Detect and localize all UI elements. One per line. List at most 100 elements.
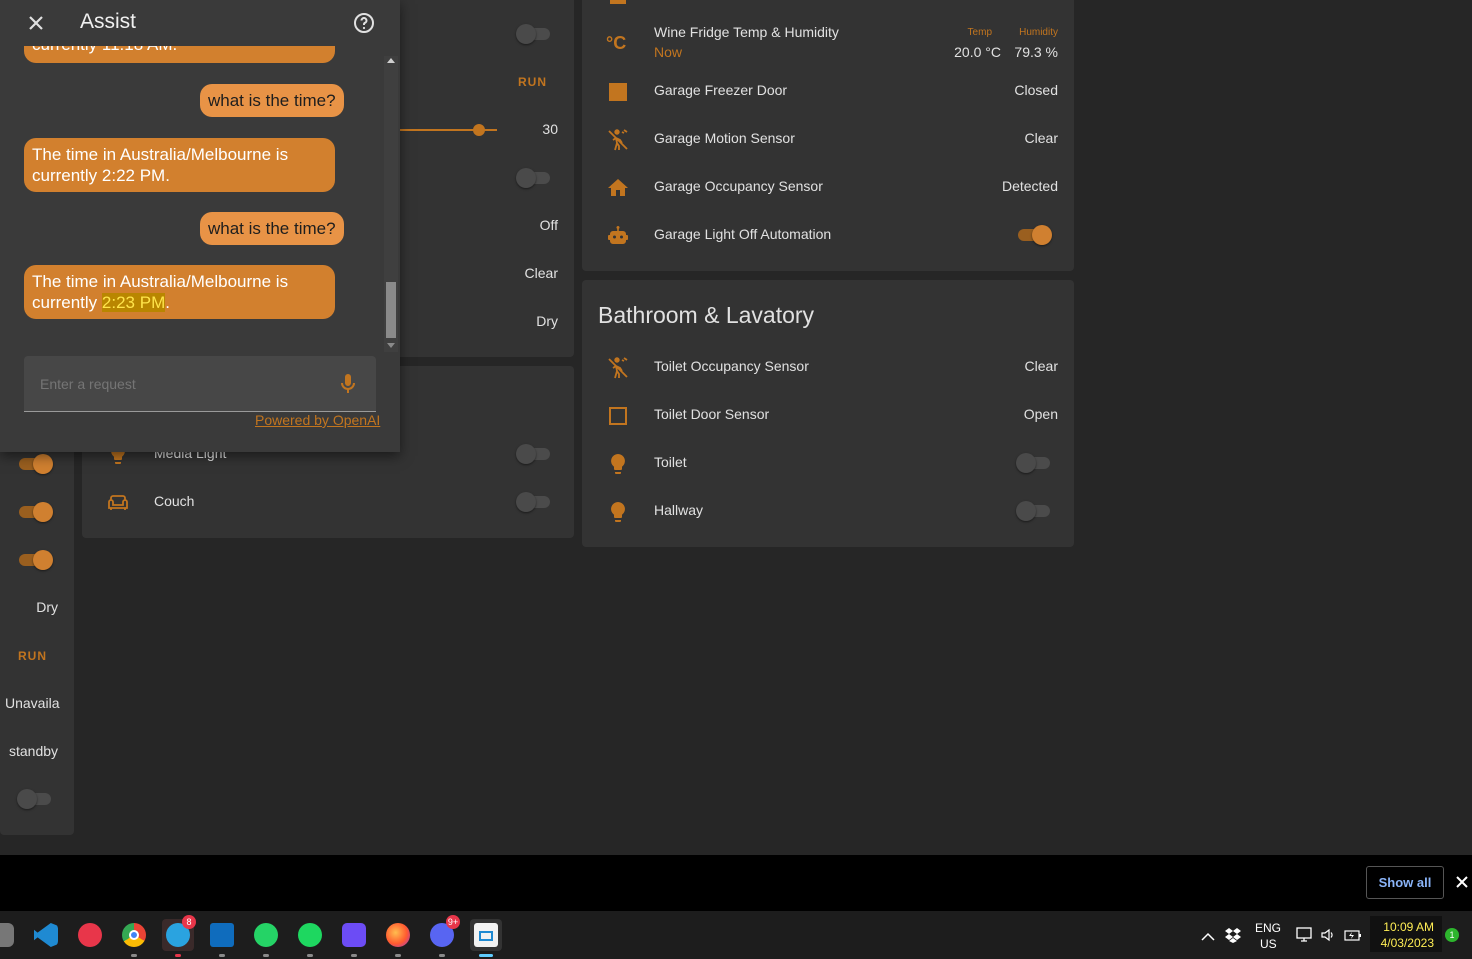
outlook-icon[interactable] bbox=[206, 919, 238, 957]
show-all-button[interactable]: Show all bbox=[1366, 866, 1444, 899]
close-icon[interactable] bbox=[1454, 874, 1470, 890]
toilet-door-label: Toilet Door Sensor bbox=[654, 406, 770, 422]
cap-icon[interactable] bbox=[74, 919, 106, 951]
telegram-icon[interactable]: 8 bbox=[162, 915, 196, 957]
hallway-light-toggle[interactable] bbox=[1016, 499, 1052, 523]
clock-date: 4/03/2023 bbox=[1380, 936, 1434, 950]
left-dry-state: Dry bbox=[36, 599, 58, 615]
left-run-state: RUN bbox=[18, 649, 47, 663]
clock-time: 10:09 AM bbox=[1383, 920, 1434, 934]
help-icon[interactable] bbox=[352, 11, 376, 35]
thermometer-celsius-icon: °C bbox=[606, 33, 627, 53]
door-open-icon bbox=[606, 404, 630, 428]
toilet-occupancy-label: Toilet Occupancy Sensor bbox=[654, 358, 809, 374]
bot-message: currently 11:18 AM. bbox=[24, 46, 335, 63]
motion-sensor-icon bbox=[606, 356, 630, 380]
scroll-down-icon[interactable] bbox=[387, 343, 395, 348]
humidity-value: 79.3 % bbox=[1014, 44, 1058, 60]
couch-toggle[interactable] bbox=[516, 490, 552, 514]
slider-thumb[interactable] bbox=[473, 124, 485, 136]
input-language[interactable]: ENG bbox=[1255, 921, 1281, 935]
close-icon[interactable] bbox=[24, 11, 48, 35]
middle-toggle-2[interactable] bbox=[516, 166, 552, 190]
microphone-icon[interactable] bbox=[336, 372, 360, 396]
notification-bar: Show all bbox=[0, 855, 1472, 911]
middle-dry-state: Dry bbox=[536, 313, 558, 329]
humidity-header: Humidity bbox=[1019, 27, 1058, 38]
snipping-tool-icon[interactable] bbox=[470, 919, 502, 957]
garage-light-automation-toggle[interactable] bbox=[1016, 223, 1052, 247]
door-closed-icon bbox=[606, 80, 630, 104]
garage-motion-sensor-label: Garage Motion Sensor bbox=[654, 130, 795, 146]
toilet-door-state: Open bbox=[1023, 406, 1058, 422]
whatsapp-icon[interactable] bbox=[250, 919, 282, 957]
left-standby-state: standby bbox=[9, 743, 59, 759]
volume-icon[interactable] bbox=[1320, 927, 1336, 943]
bulb-icon bbox=[606, 452, 630, 476]
bolt-app-icon[interactable] bbox=[338, 919, 370, 957]
toilet-occupancy-state: Clear bbox=[1024, 358, 1058, 374]
hallway-light-label: Hallway bbox=[654, 502, 704, 518]
garage-light-automation-label: Garage Light Off Automation bbox=[654, 226, 832, 242]
powered-by-link[interactable]: Powered by OpenAI bbox=[255, 412, 380, 428]
network-icon[interactable] bbox=[1296, 927, 1314, 943]
middle-toggle-1[interactable] bbox=[516, 22, 552, 46]
discord-icon[interactable]: 9+ bbox=[426, 915, 460, 957]
temp-value: 20.0 °C bbox=[954, 44, 1001, 60]
media-light-toggle[interactable] bbox=[516, 442, 552, 466]
left-toggle-2[interactable] bbox=[17, 500, 53, 524]
bulb-icon bbox=[606, 500, 630, 524]
scroll-up-icon[interactable] bbox=[387, 58, 395, 63]
vscode-icon[interactable] bbox=[30, 919, 62, 951]
input-region[interactable]: US bbox=[1260, 937, 1277, 951]
middle-slider-value: 30 bbox=[542, 121, 558, 137]
wine-fridge-updated: Now bbox=[654, 44, 683, 60]
sofa-icon bbox=[106, 491, 130, 515]
clock[interactable]: 10:09 AM 4/03/2023 bbox=[1370, 916, 1442, 952]
couch-label: Couch bbox=[154, 493, 195, 509]
discord-badge: 9+ bbox=[446, 915, 460, 929]
chevron-up-icon[interactable] bbox=[1201, 929, 1215, 941]
assist-header bbox=[0, 0, 400, 46]
left-toggle-1[interactable] bbox=[17, 452, 53, 476]
taskbar-app-explorer[interactable] bbox=[0, 919, 18, 951]
garage-freezer-door-state: Closed bbox=[1014, 82, 1058, 98]
motion-sensor-icon bbox=[606, 128, 630, 152]
bot-message: The time in Australia/Melbourne is curre… bbox=[24, 265, 335, 319]
conversation-scrollbar[interactable] bbox=[384, 56, 398, 352]
toilet-light-toggle[interactable] bbox=[1016, 451, 1052, 475]
middle-clear-state: Clear bbox=[524, 265, 558, 281]
notification-count-badge[interactable]: 1 bbox=[1445, 928, 1459, 942]
garage-occupancy-sensor-label: Garage Occupancy Sensor bbox=[654, 178, 823, 194]
taskbar: 8 9+ ENG US 10:09 AM 4/03/2023 1 bbox=[0, 911, 1472, 959]
wine-fridge-label: Wine Fridge Temp & Humidity bbox=[654, 24, 839, 40]
assist-title: Assist bbox=[80, 10, 137, 33]
middle-slider[interactable] bbox=[400, 120, 500, 140]
garage-top-icon bbox=[610, 0, 626, 4]
bot-message: The time in Australia/Melbourne is curre… bbox=[24, 138, 335, 192]
garage-motion-sensor-state: Clear bbox=[1024, 130, 1058, 146]
chrome-icon[interactable] bbox=[118, 919, 150, 957]
user-message: what is the time? bbox=[200, 212, 344, 245]
toilet-light-label: Toilet bbox=[654, 454, 687, 470]
garage-freezer-door-label: Garage Freezer Door bbox=[654, 82, 788, 98]
left-toggle-4[interactable] bbox=[17, 787, 53, 811]
request-input[interactable] bbox=[38, 370, 322, 398]
home-icon bbox=[606, 176, 630, 200]
assist-dialog: Assist currently 11:18 AM. what is the t… bbox=[0, 0, 400, 452]
scrollbar-thumb[interactable] bbox=[386, 282, 396, 338]
conversation-area: currently 11:18 AM. what is the time? Th… bbox=[0, 46, 383, 354]
spotify-icon[interactable] bbox=[294, 919, 326, 957]
firefox-icon[interactable] bbox=[382, 919, 414, 957]
left-toggle-3[interactable] bbox=[17, 548, 53, 572]
request-input-wrapper bbox=[24, 356, 376, 412]
robot-icon bbox=[606, 224, 630, 248]
battery-icon[interactable] bbox=[1344, 928, 1362, 942]
temp-header: Temp bbox=[967, 27, 992, 38]
bathroom-card-title: Bathroom & Lavatory bbox=[598, 302, 815, 328]
left-unavailable-state: Unavaila bbox=[5, 695, 60, 711]
telegram-badge: 8 bbox=[182, 915, 196, 929]
dropbox-icon[interactable] bbox=[1225, 927, 1241, 943]
user-message: what is the time? bbox=[200, 84, 344, 117]
middle-run-state: RUN bbox=[518, 75, 547, 89]
